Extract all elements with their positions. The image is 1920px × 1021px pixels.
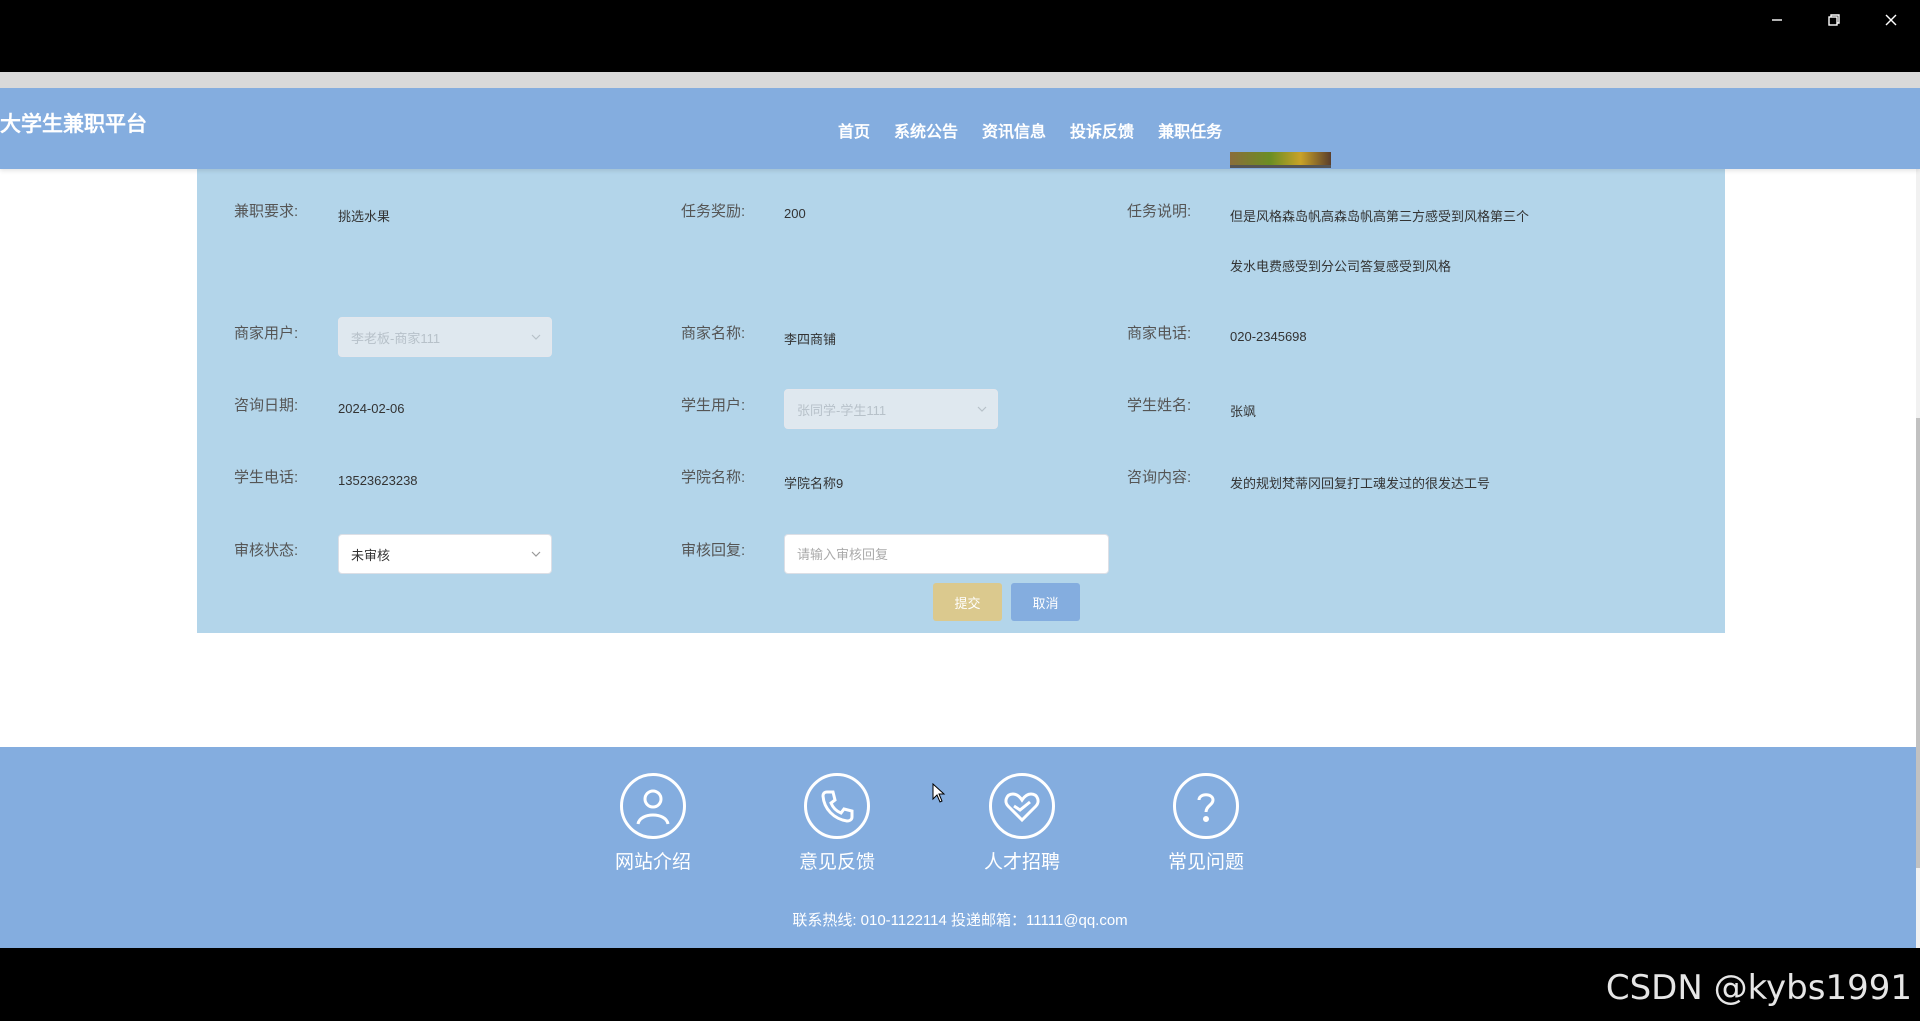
nav-menu: 首页 系统公告 资讯信息 投诉反馈 兼职任务	[838, 118, 1246, 142]
consult-form-panel: 兼职要求: 挑选水果 任务奖励: 200 任务说明: 但是风格森岛帆高森岛帆高第…	[197, 158, 1725, 633]
audit-status-label: 审核状态:	[234, 542, 299, 559]
merchant-user-value: 李老板-商家111	[351, 330, 441, 346]
footer-contact: 联系热线: 010-1122114 投递邮箱：11111@qq.com	[792, 912, 1128, 929]
cancel-button[interactable]: 取消	[1011, 583, 1080, 621]
task-description-line2: 发水电费感受到分公司答复感受到风格	[1230, 259, 1452, 274]
footer-about[interactable]: 网站介绍	[593, 773, 713, 874]
audit-reply-input[interactable]	[784, 534, 1109, 574]
nav-complaints[interactable]: 投诉反馈	[1070, 118, 1134, 142]
merchant-phone-label: 商家电话:	[1127, 325, 1192, 342]
student-name-value: 张飒	[1230, 404, 1257, 419]
student-user-select: 张同学-学生111	[784, 389, 998, 429]
merchant-user-select: 李老板-商家111	[338, 317, 552, 357]
merchant-name-value: 李四商铺	[784, 332, 837, 347]
close-icon	[1885, 14, 1897, 26]
handshake-heart-icon	[989, 773, 1055, 839]
mouse-cursor-icon	[932, 783, 946, 803]
nav-announcements[interactable]: 系统公告	[894, 118, 958, 142]
merchant-user-label: 商家用户:	[234, 325, 299, 342]
task-image-thumbnail	[1230, 152, 1331, 168]
footer-faq-label: 常见问题	[1167, 852, 1244, 873]
restore-button[interactable]	[1806, 0, 1862, 40]
nav-home[interactable]: 首页	[838, 118, 870, 142]
reward-label: 任务奖励:	[681, 203, 746, 220]
consult-content-label: 咨询内容:	[1127, 469, 1192, 486]
top-navbar: 大学生兼职平台 首页 系统公告 资讯信息 投诉反馈 兼职任务	[0, 88, 1920, 169]
phone-icon	[804, 773, 870, 839]
college-name-label: 学院名称:	[681, 469, 746, 486]
question-icon	[1173, 773, 1239, 839]
submit-button[interactable]: 提交	[933, 583, 1002, 621]
footer-feedback[interactable]: 意见反馈	[777, 773, 897, 874]
student-phone-label: 学生电话:	[234, 469, 299, 486]
student-user-label: 学生用户:	[681, 397, 746, 414]
chevron-down-icon	[531, 551, 541, 557]
chevron-down-icon	[977, 406, 987, 412]
task-description-line1: 但是风格森岛帆高森岛帆高第三方感受到风格第三个	[1230, 209, 1530, 224]
audit-status-value: 未审核	[351, 547, 391, 563]
footer-recruitment[interactable]: 人才招聘	[962, 773, 1082, 874]
audit-reply-label: 审核回复:	[681, 542, 746, 559]
site-brand[interactable]: 大学生兼职平台	[0, 108, 147, 138]
window-titlebar	[0, 0, 1920, 72]
close-window-button[interactable]	[1863, 0, 1919, 40]
footer-about-label: 网站介绍	[614, 852, 691, 873]
page-viewport: 大学生兼职平台 首页 系统公告 资讯信息 投诉反馈 兼职任务 兼职要求: 挑选水…	[0, 88, 1920, 948]
consult-content-value: 发的规划梵蒂冈回复打工魂发过的很发达工号	[1230, 476, 1491, 491]
watermark: CSDN @kybs1991	[1605, 968, 1912, 1008]
footer-faq[interactable]: 常见问题	[1146, 773, 1266, 874]
scrollbar-thumb[interactable]	[1916, 418, 1920, 868]
minimize-button[interactable]	[1749, 0, 1805, 40]
job-requirement-label: 兼职要求:	[234, 203, 299, 220]
merchant-name-label: 商家名称:	[681, 325, 746, 342]
page-scrollbar[interactable]	[1916, 88, 1920, 948]
consult-date-value: 2024-02-06	[338, 401, 405, 416]
consult-date-label: 咨询日期:	[234, 397, 299, 414]
minimize-icon	[1772, 19, 1782, 21]
student-user-value: 张同学-学生111	[797, 402, 887, 418]
task-description-label: 任务说明:	[1127, 203, 1192, 220]
merchant-phone-value: 020-2345698	[1230, 329, 1307, 344]
site-footer: 网站介绍 意见反馈 人才招聘 常见问题 联系热线: 010-1122114 投递…	[0, 747, 1920, 948]
student-name-label: 学生姓名:	[1127, 397, 1192, 414]
footer-recruitment-label: 人才招聘	[983, 852, 1060, 873]
college-name-value: 学院名称9	[784, 476, 844, 491]
browser-strip	[0, 72, 1920, 88]
footer-feedback-label: 意见反馈	[798, 852, 875, 873]
reward-value: 200	[784, 206, 806, 221]
job-requirement-value: 挑选水果	[338, 209, 391, 224]
chevron-down-icon	[531, 334, 541, 340]
nav-parttime-tasks[interactable]: 兼职任务	[1158, 118, 1222, 142]
nav-news[interactable]: 资讯信息	[982, 118, 1046, 142]
user-icon	[620, 773, 686, 839]
restore-icon	[1828, 14, 1840, 26]
student-phone-value: 13523623238	[338, 473, 418, 488]
audit-status-select[interactable]: 未审核	[338, 534, 552, 574]
